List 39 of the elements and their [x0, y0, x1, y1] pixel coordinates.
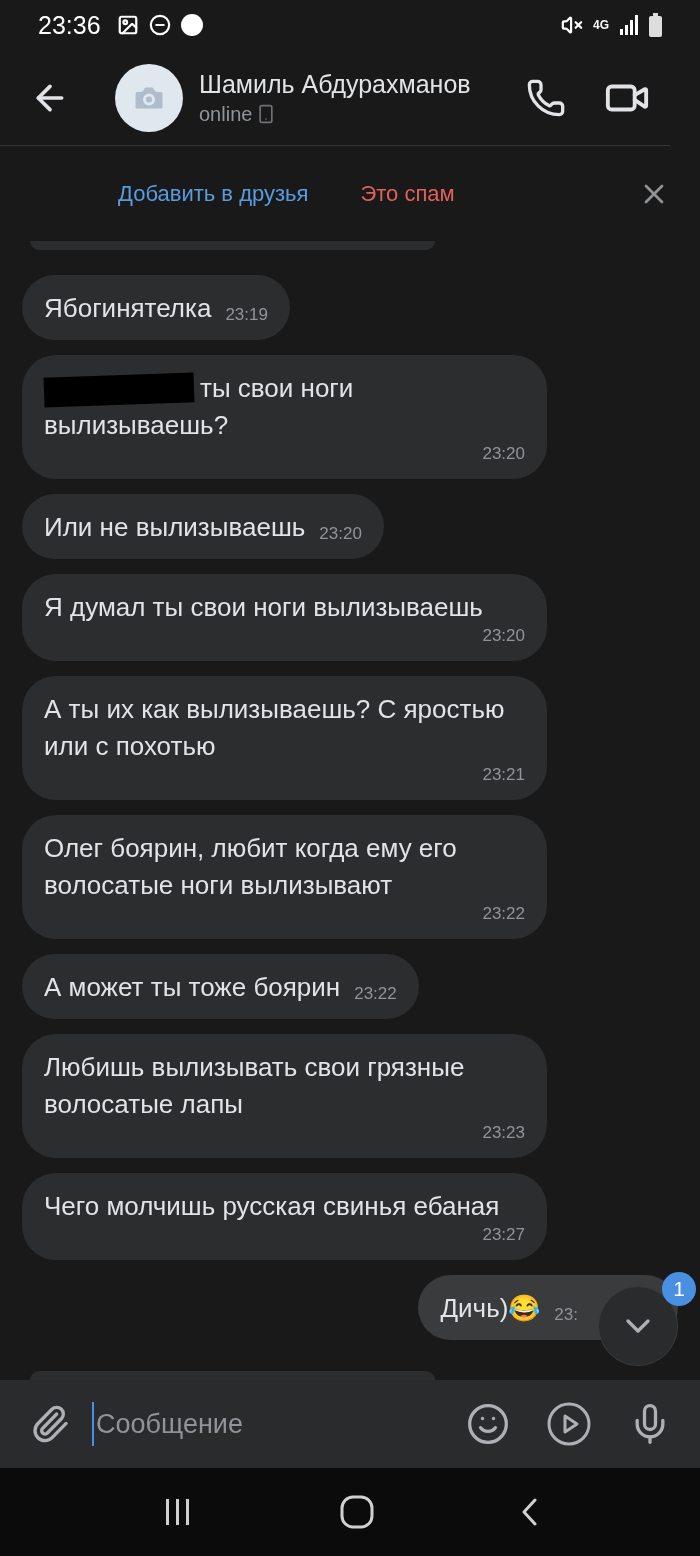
message-text: Дичь)😂 — [440, 1292, 541, 1325]
add-friend-link[interactable]: Добавить в друзья — [118, 180, 309, 207]
unread-badge: 1 — [662, 1272, 696, 1306]
back-nav-button[interactable] — [520, 1498, 537, 1526]
message-text: ты свои ноги вылизываешь? — [44, 373, 354, 440]
message-time: 23:22 — [482, 904, 525, 925]
message-text: А ты их как вылизываешь? С яростью или с похотью — [44, 693, 506, 763]
message-time: 23:20 — [482, 444, 525, 465]
status-time: 23:36 — [38, 10, 101, 40]
message-text: Ябогинятелка — [44, 292, 212, 325]
message-time: 23:22 — [354, 984, 397, 1005]
message-time: 23:20 — [482, 626, 525, 647]
message-text: Я думал ты свои ноги вылизываешь — [44, 591, 483, 624]
call-button[interactable] — [526, 77, 566, 118]
battery-icon — [649, 13, 662, 37]
message-time: 23:20 — [319, 524, 362, 545]
contact-name[interactable]: Шамиль Абдурахманов — [199, 69, 526, 99]
image-icon — [116, 14, 139, 36]
message-time: 23: — [554, 1305, 578, 1326]
message-text: Олег боярин, любит когда ему его волосатые ноги вылизывают — [44, 832, 458, 902]
message-time: 23:27 — [482, 1225, 525, 1246]
do-not-disturb-icon — [148, 14, 171, 36]
attach-button[interactable] — [30, 1404, 70, 1444]
message-text: Чего молчишь русская свинья ебаная — [44, 1190, 500, 1223]
message-time: 23:19 — [225, 305, 268, 326]
message-text: А может ты тоже боярин — [44, 971, 341, 1004]
message-text: Любишь вылизывать свои грязные волосатые лапы — [44, 1051, 466, 1121]
mute-icon — [561, 14, 583, 36]
spam-link[interactable]: Это спам — [360, 180, 455, 207]
signal-icon — [619, 15, 639, 35]
message-time: 23:23 — [482, 1123, 525, 1144]
home-button[interactable] — [340, 1495, 374, 1529]
message-text: Или не вылизываешь — [44, 511, 306, 544]
video-message-button[interactable] — [546, 1401, 592, 1447]
emoji-button[interactable] — [466, 1402, 510, 1446]
message-time: 23:21 — [482, 765, 525, 786]
network-type: 4G — [593, 18, 609, 32]
online-status: online — [199, 102, 253, 126]
notification-dot — [180, 14, 203, 36]
